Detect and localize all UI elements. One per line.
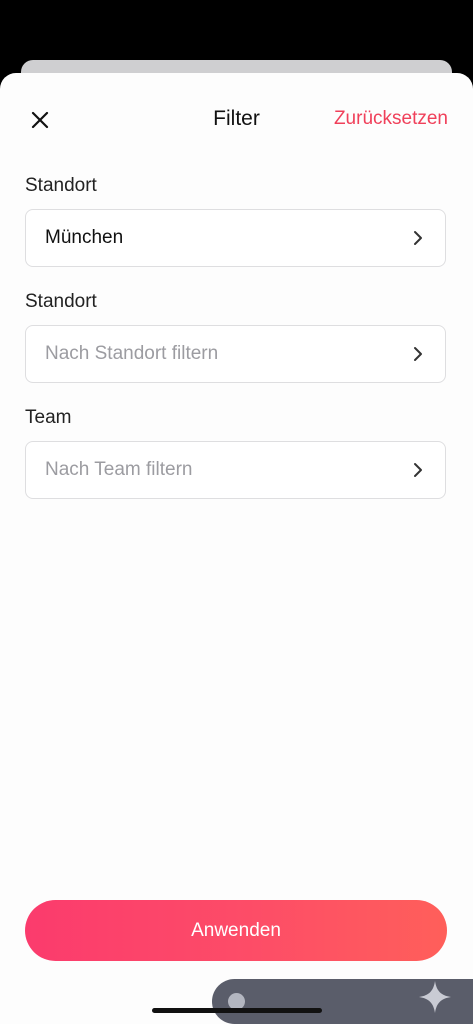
location-select[interactable]: München — [25, 209, 446, 267]
chevron-right-icon — [414, 231, 422, 245]
filter-sheet: Filter Zurücksetzen Standort München Sta… — [0, 73, 473, 1024]
location-filter-placeholder: Nach Standort filtern — [45, 343, 219, 364]
field-label-location: Standort — [25, 175, 97, 196]
reset-button[interactable]: Zurücksetzen — [334, 106, 448, 132]
chevron-right-icon — [414, 463, 422, 477]
team-filter-placeholder: Nach Team filtern — [45, 459, 193, 480]
sparkle-icon[interactable] — [417, 979, 453, 1015]
chevron-right-icon — [414, 347, 422, 361]
field-label-team: Team — [25, 407, 72, 428]
location-filter-select[interactable]: Nach Standort filtern — [25, 325, 446, 383]
location-select-value: München — [45, 227, 124, 248]
field-label-location-filter: Standort — [25, 291, 97, 312]
team-filter-select[interactable]: Nach Team filtern — [25, 441, 446, 499]
apply-button[interactable]: Anwenden — [25, 900, 447, 961]
home-indicator — [152, 1008, 322, 1013]
floating-assistant-bar[interactable] — [212, 979, 473, 1024]
filter-header: Filter Zurücksetzen — [0, 73, 473, 165]
